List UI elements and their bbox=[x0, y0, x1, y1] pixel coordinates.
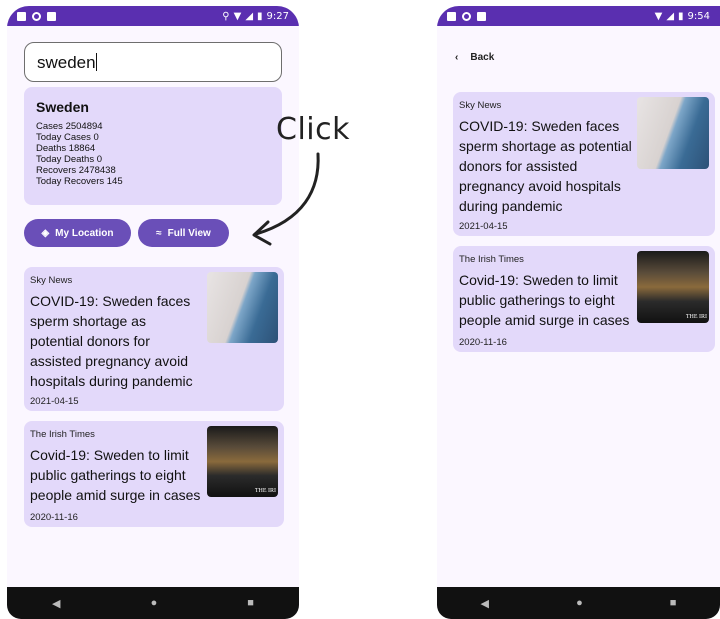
nav-recents-icon[interactable]: ■ bbox=[247, 597, 254, 609]
stat-deaths: Deaths 18864 bbox=[36, 143, 96, 154]
phone-detail-screen: ▼ ◢ ▮ 9:54 ‹ Back Sky News COVID-19: Swe… bbox=[437, 6, 720, 619]
news-thumbnail: THE IRI bbox=[637, 251, 709, 323]
nav-back-icon[interactable]: ◀ bbox=[52, 597, 60, 610]
my-location-label: My Location bbox=[55, 227, 114, 239]
status-bar: ⚲ ▼ ◢ ▮ 9:27 bbox=[7, 6, 299, 26]
country-stats-card: Sweden Cases 2504894 Today Cases 0 Death… bbox=[24, 87, 282, 205]
news-date: 2021-04-15 bbox=[459, 221, 508, 232]
location-diamond-icon: ◈ bbox=[41, 227, 50, 239]
system-nav-bar: ◀ ● ■ bbox=[437, 587, 720, 619]
news-title: COVID-19: Sweden faces sperm shortage as… bbox=[459, 118, 632, 214]
battery-icon: ▮ bbox=[257, 10, 263, 22]
news-thumbnail: THE IRI bbox=[207, 426, 278, 497]
news-date: 2021-04-15 bbox=[30, 396, 79, 407]
wifi-icon: ≈ bbox=[156, 227, 162, 239]
news-source: Sky News bbox=[30, 275, 73, 286]
search-input[interactable]: sweden bbox=[24, 42, 282, 82]
news-title: COVID-19: Sweden faces sperm shortage as… bbox=[30, 293, 193, 389]
thumbnail-caption: THE IRI bbox=[685, 314, 707, 320]
news-thumbnail bbox=[207, 272, 278, 343]
my-location-button[interactable]: ◈ My Location bbox=[24, 219, 131, 247]
news-source: The Irish Times bbox=[30, 429, 95, 440]
thumbnail-caption: THE IRI bbox=[254, 488, 276, 494]
notification-icon bbox=[447, 11, 456, 21]
system-nav-bar: ◀ ● ■ bbox=[7, 587, 299, 619]
search-input-value: sweden bbox=[37, 53, 96, 72]
news-card[interactable]: The Irish Times Covid-19: Sweden to limi… bbox=[24, 421, 284, 527]
battery-icon: ▮ bbox=[678, 10, 684, 22]
click-annotation: Click bbox=[276, 112, 350, 147]
stat-cases: Cases 2504894 bbox=[36, 121, 103, 132]
stat-recovers: Recovers 2478438 bbox=[36, 165, 116, 176]
back-label: Back bbox=[470, 52, 495, 63]
news-card[interactable]: The Irish Times Covid-19: Sweden to limi… bbox=[453, 246, 715, 352]
news-date: 2020-11-16 bbox=[459, 337, 507, 348]
wifi-icon: ▼ bbox=[233, 10, 242, 22]
news-source: Sky News bbox=[459, 100, 502, 111]
chevron-left-icon: ‹ bbox=[455, 52, 459, 63]
back-button[interactable]: ‹ Back bbox=[455, 52, 494, 63]
nav-back-icon[interactable]: ◀ bbox=[481, 597, 489, 610]
news-thumbnail bbox=[637, 97, 709, 169]
location-icon: ⚲ bbox=[222, 10, 230, 22]
sync-icon bbox=[462, 11, 471, 21]
signal-icon: ◢ bbox=[245, 10, 254, 22]
notification-icon bbox=[17, 11, 26, 21]
news-card[interactable]: Sky News COVID-19: Sweden faces sperm sh… bbox=[453, 92, 715, 236]
phone-search-screen: ⚲ ▼ ◢ ▮ 9:27 sweden Sweden Cases 2504894… bbox=[7, 6, 299, 619]
nav-recents-icon[interactable]: ■ bbox=[670, 597, 677, 609]
news-title: Covid-19: Sweden to limit public gatheri… bbox=[30, 447, 201, 503]
stat-today-recovers: Today Recovers 145 bbox=[36, 176, 123, 187]
nav-home-icon[interactable]: ● bbox=[151, 597, 158, 609]
stat-today-cases: Today Cases 0 bbox=[36, 132, 99, 143]
status-time: 9:54 bbox=[687, 10, 710, 22]
sd-card-icon bbox=[47, 11, 56, 21]
wifi-icon: ▼ bbox=[654, 10, 663, 22]
stat-today-deaths: Today Deaths 0 bbox=[36, 154, 103, 165]
nav-home-icon[interactable]: ● bbox=[576, 597, 583, 609]
sd-card-icon bbox=[477, 11, 486, 21]
news-source: The Irish Times bbox=[459, 254, 524, 265]
news-title: Covid-19: Sweden to limit public gatheri… bbox=[459, 272, 630, 328]
signal-icon: ◢ bbox=[666, 10, 675, 22]
full-view-button[interactable]: ≈ Full View bbox=[138, 219, 229, 247]
sync-icon bbox=[32, 11, 41, 21]
news-date: 2020-11-16 bbox=[30, 512, 78, 523]
full-view-label: Full View bbox=[167, 227, 211, 239]
text-caret bbox=[95, 53, 97, 71]
status-time: 9:27 bbox=[266, 10, 289, 22]
curved-arrow-icon bbox=[252, 152, 320, 246]
status-bar: ▼ ◢ ▮ 9:54 bbox=[437, 6, 720, 26]
country-name: Sweden bbox=[36, 99, 89, 115]
news-card[interactable]: Sky News COVID-19: Sweden faces sperm sh… bbox=[24, 267, 284, 411]
